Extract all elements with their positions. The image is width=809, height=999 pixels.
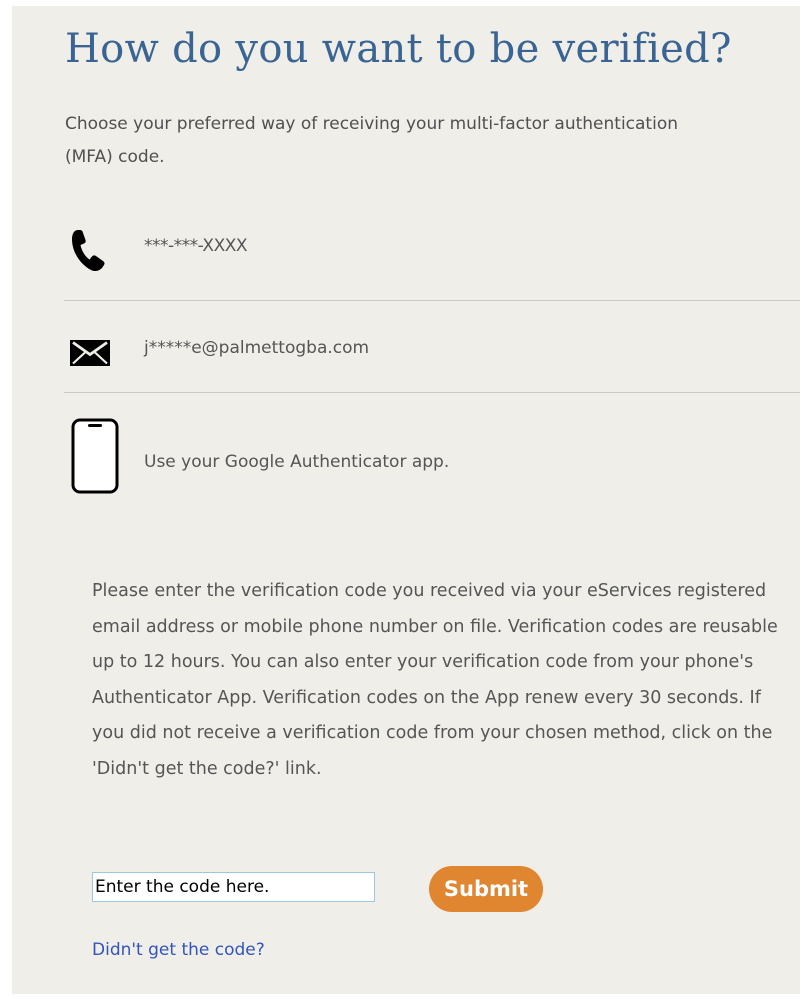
- option-divider: [64, 300, 800, 301]
- submit-button[interactable]: Submit: [429, 866, 543, 912]
- method-phone-label: ***-***-XXXX: [144, 236, 248, 256]
- option-divider: [64, 392, 800, 393]
- verification-instructions: Please enter the verification code you r…: [92, 581, 778, 779]
- method-phone-option[interactable]: ***-***-XXXX: [64, 224, 800, 284]
- phone-icon: [72, 230, 105, 272]
- method-email-option[interactable]: j*****e@palmettogba.com: [64, 326, 800, 382]
- verification-panel: How do you want to be verified? Choose y…: [12, 6, 800, 994]
- page-title: How do you want to be verified?: [65, 26, 732, 72]
- didnt-get-code-link[interactable]: Didn't get the code?: [92, 938, 265, 962]
- smartphone-icon: [71, 418, 119, 494]
- envelope-icon: [70, 340, 110, 366]
- method-authenticator-label: Use your Google Authenticator app.: [144, 452, 450, 472]
- method-authenticator-option[interactable]: Use your Google Authenticator app.: [64, 416, 800, 496]
- verification-code-input[interactable]: [92, 872, 375, 902]
- intro-text: Choose your preferred way of receiving y…: [65, 114, 678, 167]
- method-email-label: j*****e@palmettogba.com: [144, 338, 370, 358]
